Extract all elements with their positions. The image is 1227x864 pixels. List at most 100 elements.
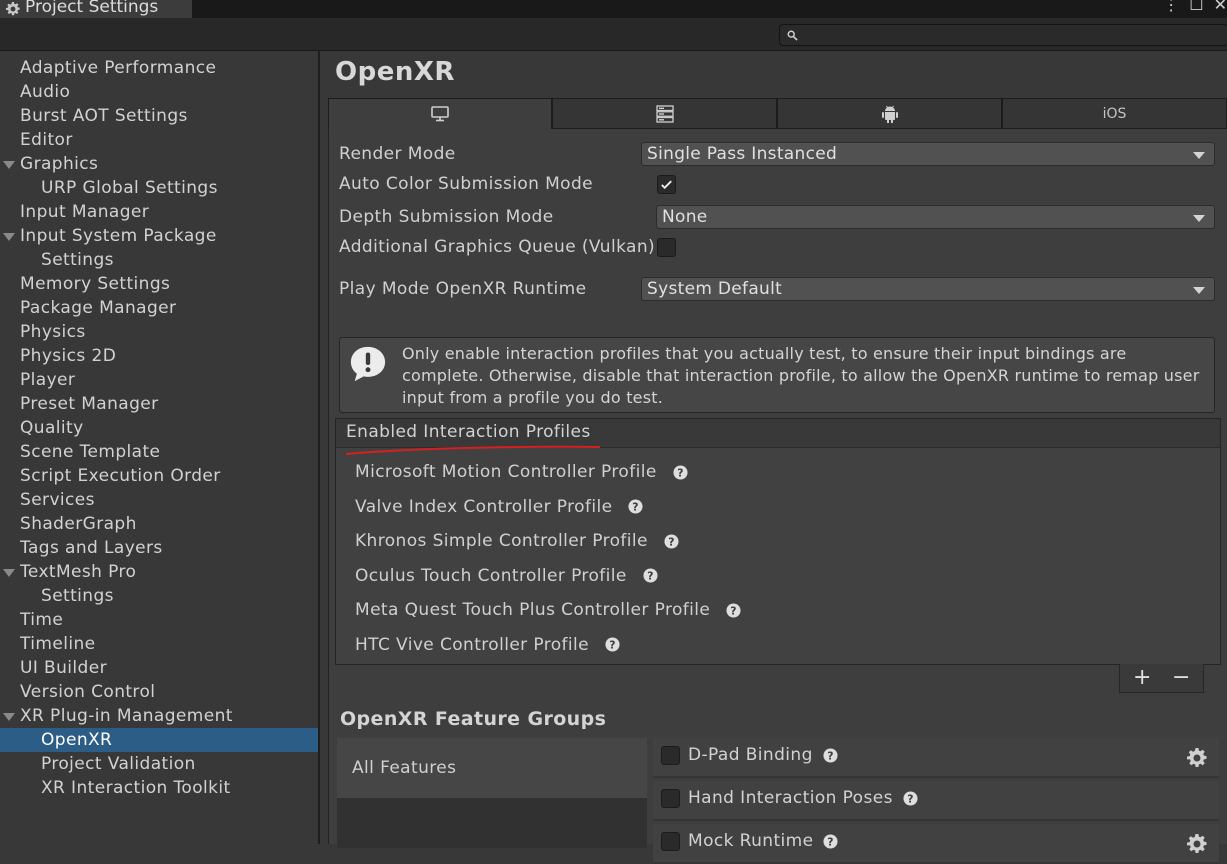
- svg-text:?: ?: [828, 835, 835, 848]
- sidebar-item[interactable]: Audio: [0, 80, 318, 104]
- foldout-arrow-icon[interactable]: [3, 233, 15, 241]
- sidebar-item[interactable]: Preset Manager: [0, 392, 318, 416]
- additional-queue-checkbox[interactable]: [657, 238, 676, 257]
- depth-submission-dropdown[interactable]: None: [656, 205, 1215, 229]
- sidebar-item-label: URP Global Settings: [41, 178, 218, 198]
- window-tab[interactable]: Project Settings: [0, 0, 192, 18]
- warning-info-icon: [350, 346, 386, 382]
- sidebar-item[interactable]: Services: [0, 488, 318, 512]
- sidebar-item[interactable]: Time: [0, 608, 318, 632]
- sidebar-item[interactable]: Adaptive Performance: [0, 56, 318, 80]
- profile-item[interactable]: HTC Vive Controller Profile?: [355, 632, 620, 658]
- sidebar-item[interactable]: Physics 2D: [0, 344, 318, 368]
- feature-checkbox[interactable]: [661, 832, 680, 851]
- maximize-icon[interactable]: ☐: [1189, 0, 1203, 14]
- sidebar-item[interactable]: UI Builder: [0, 656, 318, 680]
- sidebar-item[interactable]: Input Manager: [0, 200, 318, 224]
- auto-color-label: Auto Color Submission Mode: [339, 174, 594, 194]
- help-icon[interactable]: ?: [823, 833, 838, 849]
- help-icon[interactable]: ?: [673, 464, 688, 480]
- tab-android[interactable]: [777, 98, 1002, 129]
- help-icon[interactable]: ?: [664, 533, 679, 549]
- help-icon[interactable]: ?: [726, 602, 741, 618]
- sidebar-item[interactable]: Memory Settings: [0, 272, 318, 296]
- sidebar-item[interactable]: XR Plug-in Management: [0, 704, 318, 728]
- auto-color-checkbox[interactable]: [657, 175, 676, 194]
- feature-label: Hand Interaction Poses: [688, 788, 893, 808]
- sidebar-item[interactable]: Physics: [0, 320, 318, 344]
- platform-tabs: iOS: [328, 98, 1227, 129]
- remove-profile-button[interactable]: −: [1172, 667, 1190, 689]
- tab-standalone[interactable]: [328, 98, 552, 129]
- title-bar: Project Settings ⋮ ☐ ✕: [0, 0, 1227, 18]
- feature-row: Mock Runtime?: [653, 824, 1219, 864]
- sidebar-item-label: Burst AOT Settings: [20, 106, 188, 126]
- render-mode-dropdown[interactable]: Single Pass Instanced: [641, 142, 1215, 166]
- sidebar-item[interactable]: Player: [0, 368, 318, 392]
- foldout-arrow-icon[interactable]: [3, 161, 15, 169]
- feature-checkbox[interactable]: [661, 746, 680, 765]
- interaction-profiles-list: Enabled Interaction Profiles Microsoft M…: [335, 418, 1221, 665]
- sidebar-item-label: XR Plug-in Management: [20, 706, 233, 726]
- close-icon[interactable]: ✕: [1214, 0, 1227, 14]
- svg-text:?: ?: [827, 749, 834, 762]
- search-box[interactable]: [779, 24, 1227, 47]
- sidebar-item-label: UI Builder: [20, 658, 107, 678]
- play-mode-runtime-label: Play Mode OpenXR Runtime: [339, 279, 587, 299]
- help-icon[interactable]: ?: [628, 499, 643, 514]
- tab-ios-label: iOS: [1102, 105, 1127, 122]
- sidebar-item-label: Memory Settings: [20, 274, 171, 294]
- sidebar-item[interactable]: Quality: [0, 416, 318, 440]
- foldout-arrow-icon[interactable]: [3, 713, 15, 721]
- feature-checkbox[interactable]: [661, 789, 680, 808]
- gear-icon[interactable]: [1187, 834, 1207, 854]
- profile-item[interactable]: Oculus Touch Controller Profile?: [355, 563, 658, 589]
- help-icon[interactable]: ?: [823, 747, 838, 763]
- sidebar-item-label: Settings: [41, 250, 114, 270]
- sidebar-item[interactable]: URP Global Settings: [0, 176, 318, 200]
- sidebar-item[interactable]: Scene Template: [0, 440, 318, 464]
- sidebar-item[interactable]: Burst AOT Settings: [0, 104, 318, 128]
- sidebar-item[interactable]: Timeline: [0, 632, 318, 656]
- sidebar-item[interactable]: ShaderGraph: [0, 512, 318, 536]
- profile-item[interactable]: Microsoft Motion Controller Profile?: [355, 459, 688, 485]
- sidebar-item[interactable]: OpenXR: [0, 728, 318, 752]
- add-profile-button[interactable]: +: [1133, 667, 1151, 689]
- sidebar-item[interactable]: Settings: [0, 248, 318, 272]
- help-icon[interactable]: ?: [903, 790, 918, 806]
- depth-submission-label: Depth Submission Mode: [339, 207, 554, 227]
- sidebar-item[interactable]: Graphics: [0, 152, 318, 176]
- foldout-arrow-icon[interactable]: [3, 569, 15, 577]
- sidebar-item[interactable]: TextMesh Pro: [0, 560, 318, 584]
- profile-item[interactable]: Meta Quest Touch Plus Controller Profile…: [355, 597, 741, 623]
- play-mode-runtime-dropdown[interactable]: System Default: [641, 277, 1215, 301]
- help-icon[interactable]: ?: [605, 637, 620, 652]
- more-options-icon[interactable]: ⋮: [1163, 0, 1179, 14]
- sidebar-item[interactable]: Settings: [0, 584, 318, 608]
- group-all-features[interactable]: All Features: [337, 738, 647, 798]
- gear-icon[interactable]: [1187, 748, 1207, 768]
- sidebar-item-label: ShaderGraph: [20, 514, 137, 534]
- tab-ios[interactable]: iOS: [1002, 98, 1227, 129]
- help-text: Only enable interaction profiles that yo…: [402, 344, 1200, 407]
- search-input[interactable]: [804, 25, 1208, 47]
- sidebar-item[interactable]: Input System Package: [0, 224, 318, 248]
- sidebar-item[interactable]: Script Execution Order: [0, 464, 318, 488]
- sidebar-item[interactable]: Tags and Layers: [0, 536, 318, 560]
- sidebar-item[interactable]: XR Interaction Toolkit: [0, 776, 318, 800]
- sidebar-item-label: Package Manager: [20, 298, 177, 318]
- sidebar-item[interactable]: Package Manager: [0, 296, 318, 320]
- checkmark-icon: [661, 180, 672, 190]
- feature-label-wrap: Mock Runtime?: [688, 831, 838, 851]
- profile-item[interactable]: Valve Index Controller Profile?: [355, 494, 643, 520]
- help-icon[interactable]: ?: [643, 568, 658, 583]
- sidebar-item[interactable]: Editor: [0, 128, 318, 152]
- profile-item-label: HTC Vive Controller Profile: [355, 634, 590, 655]
- sidebar-item[interactable]: Project Validation: [0, 752, 318, 776]
- additional-queue-label: Additional Graphics Queue (Vulkan): [339, 237, 656, 257]
- profile-item-label: Valve Index Controller Profile: [355, 496, 613, 517]
- svg-text:?: ?: [609, 638, 616, 651]
- profile-item[interactable]: Khronos Simple Controller Profile?: [355, 528, 679, 554]
- tab-dedicated-server[interactable]: [552, 98, 777, 129]
- sidebar-item[interactable]: Version Control: [0, 680, 318, 704]
